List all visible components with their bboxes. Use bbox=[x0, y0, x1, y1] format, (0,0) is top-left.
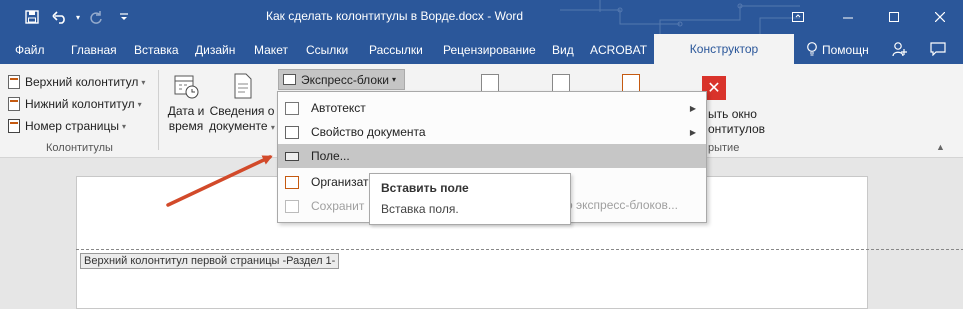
collapse-ribbon-icon[interactable]: ▲ bbox=[936, 142, 945, 152]
header-button[interactable]: Верхний колонтитул ▾ bbox=[8, 72, 145, 92]
footer-button[interactable]: Нижний колонтитул ▾ bbox=[8, 94, 142, 114]
lightbulb-icon bbox=[806, 42, 818, 59]
undo-dropdown-icon[interactable]: ▾ bbox=[68, 7, 88, 27]
menu-item-save-selection-tail: о экспресс-блоков... bbox=[566, 198, 678, 212]
tell-me-input[interactable]: Помощн bbox=[822, 43, 869, 57]
menu-item-autotext-label: Автотекст bbox=[311, 101, 366, 115]
page-number-button[interactable]: Номер страницы ▾ bbox=[8, 116, 126, 136]
chevron-down-icon: ▾ bbox=[137, 99, 142, 109]
tab-layout[interactable]: Макет bbox=[254, 43, 288, 57]
footer-icon bbox=[8, 97, 20, 111]
menu-item-autotext[interactable]: Автотекст ▶ bbox=[278, 96, 706, 120]
express-blocks-button[interactable]: Экспресс-блоки ▾ bbox=[278, 69, 405, 90]
close-header-footer-label-1: ыть окно bbox=[708, 107, 757, 121]
document-property-icon bbox=[285, 125, 299, 139]
chevron-down-icon: ▾ bbox=[121, 121, 126, 131]
comments-icon[interactable] bbox=[930, 42, 946, 59]
document-info-label-1: Сведения о bbox=[209, 104, 275, 118]
ribbon-tabs: Файл Главная Вставка Дизайн Макет Ссылки… bbox=[0, 34, 963, 64]
document-info-icon bbox=[234, 73, 252, 99]
menu-item-save-selection-label: Сохранит bbox=[311, 199, 365, 213]
header-label: Верхний колонтитул первой страницы -Разд… bbox=[80, 253, 340, 269]
save-icon[interactable] bbox=[22, 7, 42, 27]
title-bar: ▾ Как сделать колонтитулы в Ворде.docx -… bbox=[0, 0, 963, 34]
undo-icon[interactable] bbox=[50, 7, 70, 27]
menu-item-field[interactable]: Поле... bbox=[278, 144, 706, 168]
header-icon bbox=[8, 75, 20, 89]
group-separator bbox=[158, 70, 159, 150]
document-info-label-2: документе ▾ bbox=[209, 119, 275, 133]
calendar-clock-icon bbox=[174, 75, 199, 99]
ribbon-display-options-icon[interactable] bbox=[784, 6, 812, 28]
share-icon[interactable] bbox=[892, 41, 908, 60]
field-tooltip: Вставить поле Вставка поля. bbox=[369, 173, 571, 225]
save-selection-icon bbox=[285, 199, 299, 213]
field-icon bbox=[285, 151, 299, 161]
tab-mailings[interactable]: Рассылки bbox=[369, 43, 423, 57]
window-title: Как сделать колонтитулы в Ворде.docx - W… bbox=[266, 9, 524, 23]
tab-home[interactable]: Главная bbox=[71, 43, 117, 57]
page-number-icon bbox=[8, 119, 20, 133]
tooltip-description: Вставка поля. bbox=[381, 202, 459, 216]
autotext-icon bbox=[285, 101, 299, 115]
tab-acrobat[interactable]: ACROBAT bbox=[590, 43, 647, 57]
close-icon[interactable] bbox=[926, 6, 954, 28]
submenu-arrow-icon: ▶ bbox=[689, 127, 696, 137]
submenu-arrow-icon: ▶ bbox=[689, 103, 696, 113]
customize-qat-icon[interactable] bbox=[114, 7, 134, 27]
menu-item-document-property[interactable]: Свойство документа ▶ bbox=[278, 120, 706, 144]
date-time-label-1: Дата и bbox=[167, 104, 205, 118]
page-number-label: Номер страницы bbox=[25, 119, 119, 133]
organizer-icon bbox=[285, 175, 299, 189]
express-blocks-label: Экспресс-блоки bbox=[301, 72, 389, 87]
group-label-headers-footers: Колонтитулы bbox=[46, 142, 113, 154]
chevron-down-icon: ▾ bbox=[141, 77, 146, 87]
minimize-icon[interactable] bbox=[834, 6, 862, 28]
menu-item-organizer-label: Организат bbox=[311, 175, 369, 189]
tab-view[interactable]: Вид bbox=[552, 43, 574, 57]
tab-file[interactable]: Файл bbox=[15, 43, 45, 57]
menu-item-field-label: Поле... bbox=[311, 149, 350, 163]
close-header-footer-label-2: онтитулов bbox=[708, 122, 766, 136]
tab-review[interactable]: Рецензирование bbox=[443, 43, 536, 57]
date-time-button[interactable]: Дата и время bbox=[164, 72, 208, 134]
tab-insert[interactable]: Вставка bbox=[134, 43, 179, 57]
tab-constructor[interactable]: Конструктор bbox=[654, 34, 794, 64]
maximize-icon[interactable] bbox=[880, 6, 908, 28]
tab-design[interactable]: Дизайн bbox=[195, 43, 235, 57]
header-separator-line bbox=[76, 249, 963, 250]
tooltip-title: Вставить поле bbox=[381, 181, 469, 195]
circuit-decoration bbox=[560, 0, 800, 34]
date-time-label-2: время bbox=[168, 119, 204, 133]
header-button-label: Верхний колонтитул bbox=[25, 75, 139, 89]
express-blocks-icon bbox=[283, 74, 296, 85]
group-label-close: рытие bbox=[708, 142, 740, 154]
tab-references[interactable]: Ссылки bbox=[306, 43, 348, 57]
redo-icon[interactable] bbox=[86, 7, 106, 27]
footer-button-label: Нижний колонтитул bbox=[25, 97, 135, 111]
document-info-button[interactable]: Сведения о документе ▾ bbox=[208, 72, 276, 135]
menu-item-document-property-label: Свойство документа bbox=[311, 125, 426, 139]
chevron-down-icon: ▾ bbox=[391, 75, 396, 84]
